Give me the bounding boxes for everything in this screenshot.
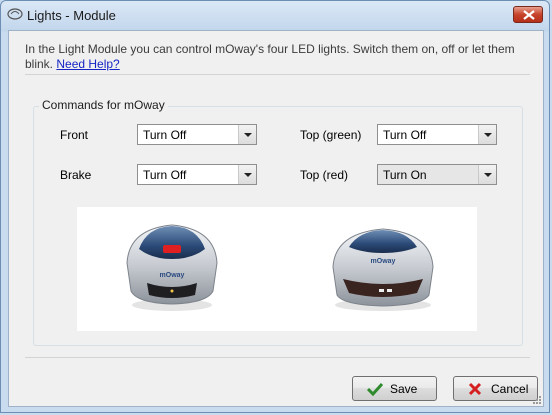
- lights-module-window: Lights - Module In the Light Module you …: [0, 0, 550, 413]
- front-select[interactable]: Turn Off: [137, 124, 257, 145]
- window-title: Lights - Module: [27, 8, 116, 23]
- brake-select[interactable]: Turn Off: [137, 164, 257, 185]
- top-divider: [25, 74, 530, 75]
- robot-rear-view: mOway: [332, 228, 434, 311]
- need-help-link[interactable]: Need Help?: [56, 57, 119, 71]
- cancel-label: Cancel: [491, 382, 529, 396]
- chevron-down-icon[interactable]: [478, 165, 496, 184]
- top-red-label: Top (red): [300, 168, 349, 182]
- robot-front-view: mOway: [126, 224, 218, 311]
- dialog-body: In the Light Module you can control mOwa…: [8, 30, 544, 407]
- app-icon: [7, 7, 23, 21]
- commands-group-title: Commands for mOway: [39, 98, 168, 112]
- chevron-down-icon[interactable]: [238, 165, 256, 184]
- top-green-select-value: Turn Off: [383, 128, 427, 142]
- close-button[interactable]: [513, 6, 543, 23]
- front-brand-text: mOway: [160, 272, 185, 279]
- bottom-divider: [25, 357, 530, 358]
- save-label: Save: [390, 382, 418, 396]
- front-select-value: Turn Off: [143, 128, 187, 142]
- front-label: Front: [60, 128, 89, 142]
- robot-image-panel: mOway mOway: [77, 207, 477, 331]
- moway-robot-images: mOway mOway: [126, 224, 434, 311]
- title-bar[interactable]: Lights - Module: [1, 1, 549, 29]
- checkmark-icon: [366, 382, 384, 399]
- top-red-select[interactable]: Turn On: [377, 164, 497, 185]
- rear-brand-text: mOway: [371, 258, 396, 265]
- top-green-label: Top (green): [300, 128, 362, 142]
- chevron-down-icon[interactable]: [238, 125, 256, 144]
- top-red-select-value: Turn On: [383, 168, 427, 182]
- brake-select-value: Turn Off: [143, 168, 187, 182]
- save-button[interactable]: Save: [352, 376, 437, 401]
- intro-text: In the Light Module you can control mOwa…: [25, 42, 530, 72]
- cancel-x-icon: [468, 382, 482, 399]
- cancel-button[interactable]: Cancel: [453, 376, 538, 401]
- top-green-select[interactable]: Turn Off: [377, 124, 497, 145]
- front-led: [163, 245, 181, 253]
- brake-label: Brake: [60, 168, 92, 182]
- chevron-down-icon[interactable]: [478, 125, 496, 144]
- close-icon: [523, 10, 535, 20]
- resize-grip-icon[interactable]: [531, 394, 541, 404]
